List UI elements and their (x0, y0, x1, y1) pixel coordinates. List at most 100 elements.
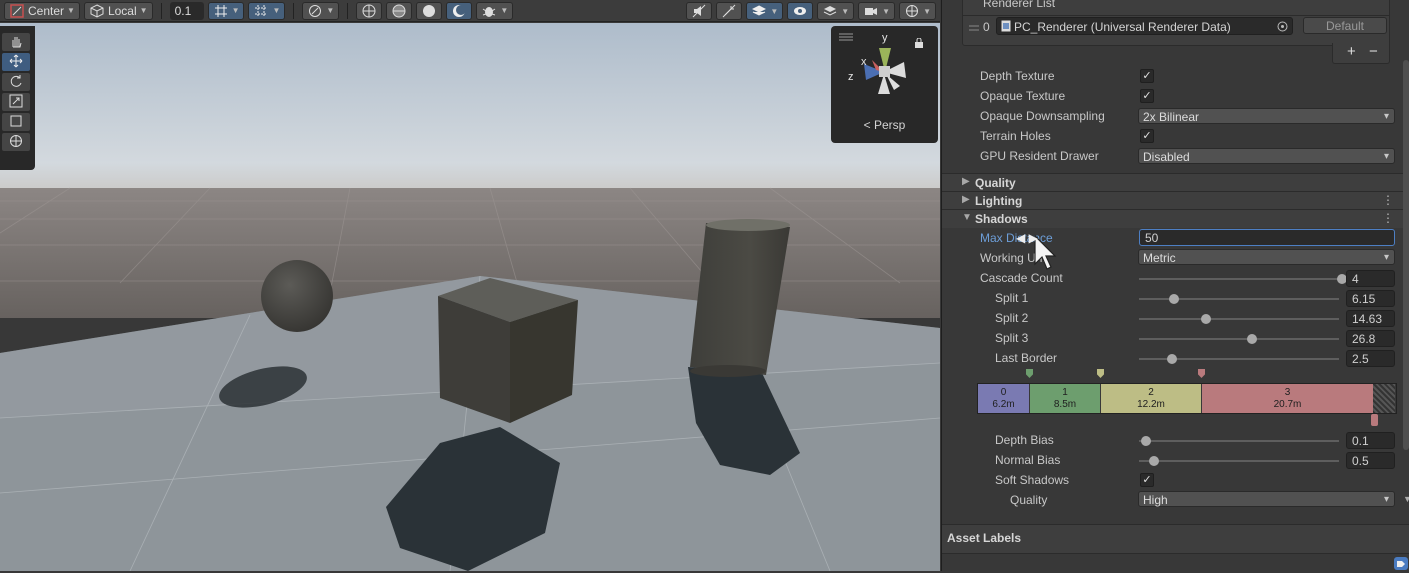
soft-shadows-checkbox[interactable]: ✓ (1140, 473, 1154, 487)
projection-toggle[interactable]: < Persp (831, 118, 938, 132)
z-axis-label: z (848, 71, 854, 83)
camera-icon (863, 3, 879, 19)
rotate-icon (9, 74, 23, 91)
lit-shading-button[interactable] (446, 1, 473, 20)
palette-grip[interactable] (0, 26, 35, 31)
split2-field[interactable]: 14.63 (1346, 310, 1395, 327)
last-border-field[interactable]: 2.5 (1346, 350, 1395, 367)
hand-icon (9, 34, 23, 51)
expand-arrow-icon: ▶ (962, 176, 970, 187)
depth-bias-slider-handle[interactable] (1141, 436, 1151, 446)
terrain-holes-label: Terrain Holes (980, 129, 1051, 143)
scene-visibility-button[interactable] (787, 2, 814, 20)
asset-labels-title: Asset Labels (947, 531, 1022, 545)
more-options-icon[interactable]: ⋮ (1382, 193, 1394, 207)
cascade-segment[interactable]: 2 12.2m (1101, 384, 1202, 413)
opaque-downsampling-dropdown[interactable]: 2x Bilinear (1138, 108, 1395, 125)
normal-bias-label: Normal Bias (995, 453, 1061, 467)
eye-icon (792, 3, 808, 19)
layers-dropdown[interactable]: ▼ (817, 2, 855, 20)
snap-increment-field[interactable]: 0.1 (169, 1, 204, 20)
last-border-region[interactable] (1373, 384, 1395, 413)
terrain-holes-checkbox[interactable]: ✓ (1140, 129, 1154, 143)
resize-arrows-icon: ◀ ▶ (1016, 231, 1038, 245)
transform-tool-palette (0, 26, 35, 170)
hand-tool[interactable] (2, 33, 30, 51)
working-unit-dropdown[interactable]: Metric (1138, 249, 1395, 266)
cascade-split-handle[interactable] (1097, 369, 1104, 378)
cascade-split-handle[interactable] (1026, 369, 1033, 378)
cascade-segment[interactable]: 1 8.5m (1030, 384, 1101, 413)
shaded-sphere-icon (421, 3, 437, 19)
scale-tool[interactable] (2, 93, 30, 111)
set-default-button[interactable]: Default (1303, 17, 1387, 34)
normal-bias-slider-handle[interactable] (1149, 456, 1159, 466)
max-distance-field[interactable]: 50 (1139, 229, 1395, 246)
split1-slider-handle[interactable] (1169, 294, 1179, 304)
last-border-handle[interactable] (1371, 414, 1378, 426)
layers-icon (751, 3, 767, 19)
cascade-segment[interactable]: 3 20.7m (1202, 384, 1374, 413)
opaque-texture-checkbox[interactable]: ✓ (1140, 89, 1154, 103)
camera-dropdown[interactable]: ▼ (858, 2, 896, 20)
orientation-gizmo[interactable]: y x z < Persp (831, 26, 938, 143)
debug-draw-button[interactable]: ▼ (476, 1, 514, 20)
cascade-split-bar[interactable]: 0 6.2m 1 8.5m 2 12.2m 3 20.7m (977, 383, 1397, 414)
normal-bias-field[interactable]: 0.5 (1346, 452, 1395, 469)
grid-visibility-toggle[interactable]: ▼ (248, 1, 286, 20)
shaded-wireframe-button[interactable] (386, 1, 413, 20)
audio-toggle[interactable] (686, 2, 713, 20)
effects-toggle[interactable] (716, 2, 743, 20)
draw-mode-dropdown[interactable]: ▼ (302, 1, 340, 20)
lighting-section-header[interactable]: ▶ Lighting ⋮ (942, 191, 1409, 210)
depth-texture-checkbox[interactable]: ✓ (1140, 69, 1154, 83)
scroll-down-arrow-icon[interactable]: ▼ (1403, 494, 1409, 504)
visibility-toggle[interactable]: ▼ (746, 2, 784, 20)
renderer-name: PC_Renderer (Universal Renderer Data) (1014, 20, 1231, 34)
shadows-section-header[interactable]: ▼ Shadows ⋮ (942, 209, 1409, 228)
rotate-tool[interactable] (2, 73, 30, 91)
drag-handle-icon[interactable] (969, 21, 979, 35)
remove-renderer-button[interactable]: − (1369, 43, 1378, 60)
pivot-rotation-dropdown[interactable]: Local ▼ (83, 1, 153, 20)
renderer-object-field[interactable]: PC_Renderer (Universal Renderer Data) (996, 17, 1293, 35)
cascade-segment[interactable]: 0 6.2m (978, 384, 1030, 413)
scrollbar-thumb[interactable] (1403, 60, 1409, 450)
normal-bias-slider[interactable] (1139, 460, 1339, 462)
depth-bias-field[interactable]: 0.1 (1346, 432, 1395, 449)
last-border-slider-handle[interactable] (1167, 354, 1177, 364)
asset-labels-header[interactable]: Asset Labels (942, 524, 1409, 554)
move-tool[interactable] (2, 53, 30, 71)
cascade-distance: 12.2m (1137, 399, 1165, 410)
split2-slider[interactable] (1139, 318, 1339, 320)
cascade-count-slider[interactable] (1139, 278, 1339, 280)
gpu-resident-drawer-dropdown[interactable]: Disabled (1138, 148, 1395, 165)
asset-label-tag-icon[interactable] (1394, 557, 1408, 570)
cascade-count-field[interactable]: 4 (1346, 270, 1395, 287)
axis-cones[interactable]: y x z (846, 32, 921, 112)
object-picker-icon[interactable] (1277, 21, 1288, 35)
add-renderer-button[interactable]: + (1347, 43, 1356, 60)
more-options-icon[interactable]: ⋮ (1382, 211, 1394, 225)
split2-slider-handle[interactable] (1201, 314, 1211, 324)
depth-bias-slider[interactable] (1139, 440, 1339, 442)
cascade-split-handle[interactable] (1198, 369, 1205, 378)
list-footer: + − (1332, 43, 1390, 64)
quality-section-title: Quality (975, 176, 1016, 190)
shaded-button[interactable] (416, 1, 443, 20)
transform-tool[interactable] (2, 133, 30, 151)
rect-tool[interactable] (2, 113, 30, 131)
lighting-section-title: Lighting (975, 194, 1023, 208)
quality-section-header[interactable]: ▶ Quality (942, 173, 1409, 192)
grid-snap-toggle[interactable]: ▼ (207, 1, 245, 20)
split3-slider[interactable] (1139, 338, 1339, 340)
scene-view[interactable]: Center ▼ Local ▼ 0.1 ▼ ▼ ▼ ▼ ▼ ▼ ▼ ▼ y x… (0, 0, 940, 571)
scene-viewport[interactable] (0, 23, 940, 571)
wireframe-shading-button[interactable] (356, 1, 383, 20)
soft-shadow-quality-dropdown[interactable]: High (1138, 491, 1395, 508)
split3-field[interactable]: 26.8 (1346, 330, 1395, 347)
pivot-mode-dropdown[interactable]: Center ▼ (4, 1, 80, 20)
split3-slider-handle[interactable] (1247, 334, 1257, 344)
split1-field[interactable]: 6.15 (1346, 290, 1395, 307)
gizmos-dropdown[interactable]: ▼ (899, 2, 936, 20)
